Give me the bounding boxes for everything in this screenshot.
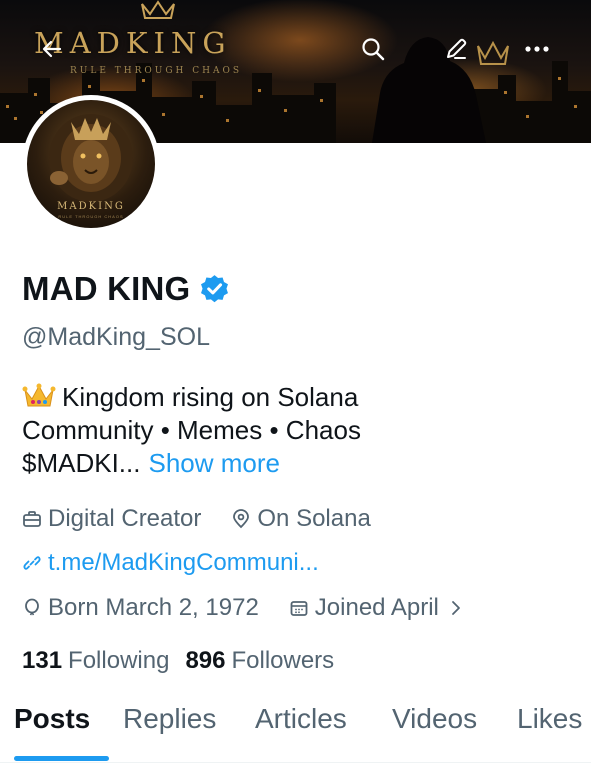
bio-line: Community • Memes • Chaos [22,414,582,447]
profile-avatar[interactable]: MADKING RULE THROUGH CHAOS [22,95,160,233]
following-link[interactable]: 131 Following [22,647,185,675]
name-row: MAD KING [22,270,231,308]
more-horizontal-icon [525,46,549,52]
bio-line: Kingdom rising on Solana [22,381,582,414]
website-item[interactable]: t.me/MadKingCommuni... [22,549,319,577]
joined-text: Joined April [314,594,439,621]
location-item: On Solana [231,505,371,533]
avatar-tagline-text: RULE THROUGH CHAOS [58,214,124,219]
following-count: 131 [22,647,63,674]
crown-emoji-icon [22,383,56,407]
birthday-text: Born March 2, 1972 [48,594,259,621]
bio-text: Community • Memes • Chaos [22,415,361,445]
tab-posts[interactable]: Posts [14,703,90,735]
profile-bio: Kingdom rising on Solana Community • Mem… [22,381,582,480]
bio-text: $MADKI... [22,448,141,478]
avatar-brand-text: MADKING [57,201,125,212]
location-text: On Solana [257,505,371,532]
birthday-item: Born March 2, 1972 [22,594,259,622]
category-item: Digital Creator [22,505,201,533]
edit-button[interactable] [438,31,474,67]
joined-item[interactable]: Joined April [289,594,465,622]
tab-replies[interactable]: Replies [123,703,216,735]
user-handle: @MadKing_SOL [22,323,210,351]
following-label: Following [68,647,170,674]
followers-count: 896 [185,647,226,674]
website-link[interactable]: t.me/MadKingCommuni... [48,549,319,577]
crown-icon [141,0,175,19]
more-button[interactable] [519,31,555,67]
followers-label: Followers [231,647,335,674]
follow-stats: 131 Following 896 Followers [22,647,350,675]
tab-likes[interactable]: Likes [517,703,582,735]
search-button[interactable] [355,31,391,67]
crown-icon [477,40,509,65]
active-tab-indicator [14,756,109,761]
tabs-divider [0,762,591,763]
show-more-link[interactable]: Show more [148,448,280,478]
pencil-icon [447,38,467,59]
location-pin-icon [233,509,250,529]
search-icon [362,38,385,61]
calendar-icon [290,601,308,616]
briefcase-icon [23,511,41,527]
profile-meta-row: Digital Creator On Solana [22,505,371,533]
profile-meta-row: t.me/MadKingCommuni... [22,549,319,577]
back-button[interactable] [34,31,70,67]
profile-meta-row: Born March 2, 1972 Joined April [22,594,465,622]
display-name: MAD KING [22,270,191,307]
verified-badge-icon[interactable] [198,273,231,306]
arrow-left-icon [42,40,62,58]
chevron-right-icon [451,601,460,615]
followers-link[interactable]: 896 Followers [185,647,350,675]
bio-line: $MADKI... Show more [22,447,582,480]
bio-text: Kingdom rising on Solana [62,382,359,412]
category-text: Digital Creator [48,505,202,532]
tab-videos[interactable]: Videos [392,703,477,735]
tab-articles[interactable]: Articles [255,703,347,735]
banner-tagline: RULE THROUGH CHAOS [70,66,243,76]
balloon-icon [25,598,39,616]
profile-tabs: Posts Replies Articles Videos Likes [0,695,591,770]
link-icon [23,556,41,570]
